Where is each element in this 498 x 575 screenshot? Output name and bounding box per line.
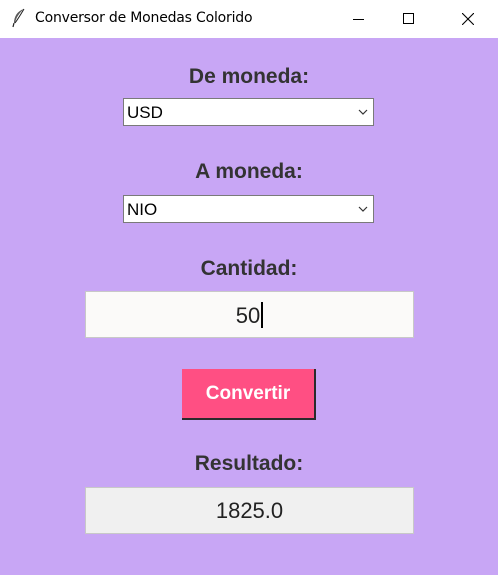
text-caret <box>261 302 264 328</box>
minimize-icon <box>353 19 364 20</box>
app-body: De moneda: USD A moneda: NIO Cantidad: 5… <box>0 38 498 575</box>
to-currency-select[interactable]: NIO <box>123 195 374 223</box>
amount-label: Cantidad: <box>200 257 298 280</box>
chevron-down-icon[interactable] <box>358 109 368 116</box>
from-currency-value: USD <box>127 103 163 122</box>
title-bar: Conversor de Monedas Colorido <box>0 0 498 38</box>
amount-value: 50 <box>235 303 261 328</box>
close-button[interactable] <box>445 0 491 38</box>
chevron-down-icon[interactable] <box>358 206 368 213</box>
feather-icon <box>11 8 27 28</box>
result-label: Resultado: <box>194 452 304 475</box>
amount-input[interactable]: 50 <box>85 291 414 338</box>
to-currency-label: A moneda: <box>195 160 303 183</box>
convert-button[interactable]: Convertir <box>182 369 316 420</box>
from-currency-select[interactable]: USD <box>123 98 374 126</box>
minimize-button[interactable] <box>336 0 382 38</box>
window-title: Conversor de Monedas Colorido <box>35 10 253 26</box>
from-currency-label: De moneda: <box>188 65 310 88</box>
to-currency-value: NIO <box>127 200 158 219</box>
result-field: 1825.0 <box>85 487 414 534</box>
result-value: 1825.0 <box>215 498 284 523</box>
maximize-icon <box>403 13 414 24</box>
maximize-button[interactable] <box>386 0 432 38</box>
close-icon <box>462 13 474 25</box>
